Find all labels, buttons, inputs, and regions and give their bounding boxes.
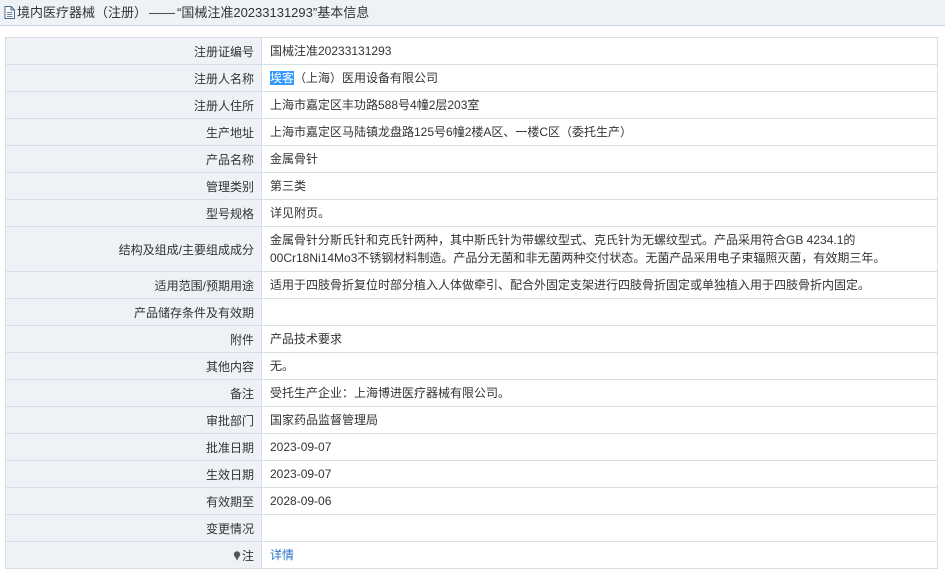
row-value: 适用于四肢骨折复位时部分植入人体做牵引、配合外固定支架进行四肢骨折固定或单独植入… — [261, 271, 938, 299]
row-label: 附件 — [5, 325, 262, 353]
table-row: 注册人名称 埃客（上海）医用设备有限公司 — [5, 64, 938, 92]
row-value: 国家药品监督管理局 — [261, 406, 938, 434]
row-label: 变更情况 — [5, 514, 262, 542]
row-value: 国械注准20233131293 — [261, 37, 938, 65]
row-value: 埃客（上海）医用设备有限公司 — [261, 64, 938, 92]
row-value: 2023-09-07 — [261, 433, 938, 461]
table-row: 变更情况 — [5, 514, 938, 542]
table-row: 结构及组成/主要组成成分 金属骨针分斯氏针和克氏针两种，其中斯氏针为带螺纹型式、… — [5, 226, 938, 272]
row-value: 产品技术要求 — [261, 325, 938, 353]
row-label: 产品储存条件及有效期 — [5, 298, 262, 326]
table-row: 有效期至 2028-09-06 — [5, 487, 938, 515]
table-row: 备注 受托生产企业：上海博进医疗器械有限公司。 — [5, 379, 938, 407]
row-label: 注册人住所 — [5, 91, 262, 119]
row-label: 注册证编号 — [5, 37, 262, 65]
row-label: 结构及组成/主要组成成分 — [5, 226, 262, 272]
row-value — [261, 514, 938, 542]
registration-info-table: 注册证编号 国械注准20233131293 注册人名称 埃客（上海）医用设备有限… — [5, 37, 938, 569]
row-label: 备注 — [5, 379, 262, 407]
row-label: 生产地址 — [5, 118, 262, 146]
row-label: 生效日期 — [5, 460, 262, 488]
row-value: 金属骨针分斯氏针和克氏针两种，其中斯氏针为带螺纹型式、克氏针为无螺纹型式。产品采… — [261, 226, 938, 272]
table-row: 适用范围/预期用途 适用于四肢骨折复位时部分植入人体做牵引、配合外固定支架进行四… — [5, 271, 938, 299]
page-header: 境内医疗器械（注册） —— “国械注准20233131293”基本信息 — [0, 0, 945, 26]
row-value-rest: （上海）医用设备有限公司 — [294, 71, 439, 85]
table-row: 其他内容 无。 — [5, 352, 938, 380]
row-label: 其他内容 — [5, 352, 262, 380]
note-label: 注 — [241, 548, 254, 563]
row-value: 详情 — [261, 541, 938, 569]
table-row: 型号规格 详见附页。 — [5, 199, 938, 227]
row-label: 型号规格 — [5, 199, 262, 227]
row-label: 有效期至 — [5, 487, 262, 515]
document-icon — [4, 6, 15, 19]
table-row: 产品储存条件及有效期 — [5, 298, 938, 326]
table-row: 生产地址 上海市嘉定区马陆镇龙盘路125号6幢2楼A区、一楼C区（委托生产） — [5, 118, 938, 146]
row-value: 2023-09-07 — [261, 460, 938, 488]
row-label: 审批部门 — [5, 406, 262, 434]
row-value: 2028-09-06 — [261, 487, 938, 515]
row-value: 上海市嘉定区丰功路588号4幢2层203室 — [261, 91, 938, 119]
table-row: 附件 产品技术要求 — [5, 325, 938, 353]
header-record-title: “国械注准20233131293”基本信息 — [177, 5, 370, 20]
row-label: 适用范围/预期用途 — [5, 271, 262, 299]
row-label: 产品名称 — [5, 145, 262, 173]
table-row: 生效日期 2023-09-07 — [5, 460, 938, 488]
row-value: 上海市嘉定区马陆镇龙盘路125号6幢2楼A区、一楼C区（委托生产） — [261, 118, 938, 146]
row-value: 受托生产企业：上海博进医疗器械有限公司。 — [261, 379, 938, 407]
header-separator: —— — [149, 5, 176, 20]
row-label: 管理类别 — [5, 172, 262, 200]
row-label: 批准日期 — [5, 433, 262, 461]
row-label: 注 — [5, 541, 262, 569]
table-row: 注册人住所 上海市嘉定区丰功路588号4幢2层203室 — [5, 91, 938, 119]
row-value — [261, 298, 938, 326]
row-value: 第三类 — [261, 172, 938, 200]
table-row: 注 详情 — [5, 541, 938, 569]
row-value: 详见附页。 — [261, 199, 938, 227]
table-row: 产品名称 金属骨针 — [5, 145, 938, 173]
row-value: 金属骨针 — [261, 145, 938, 173]
row-label: 注册人名称 — [5, 64, 262, 92]
table-row: 审批部门 国家药品监督管理局 — [5, 406, 938, 434]
header-category: 境内医疗器械（注册） — [17, 5, 148, 20]
table-row: 批准日期 2023-09-07 — [5, 433, 938, 461]
row-value: 无。 — [261, 352, 938, 380]
pin-icon — [233, 551, 241, 562]
table-row: 注册证编号 国械注准20233131293 — [5, 37, 938, 65]
selected-text[interactable]: 埃客 — [270, 71, 295, 85]
table-row: 管理类别 第三类 — [5, 172, 938, 200]
details-link[interactable]: 详情 — [270, 548, 294, 562]
